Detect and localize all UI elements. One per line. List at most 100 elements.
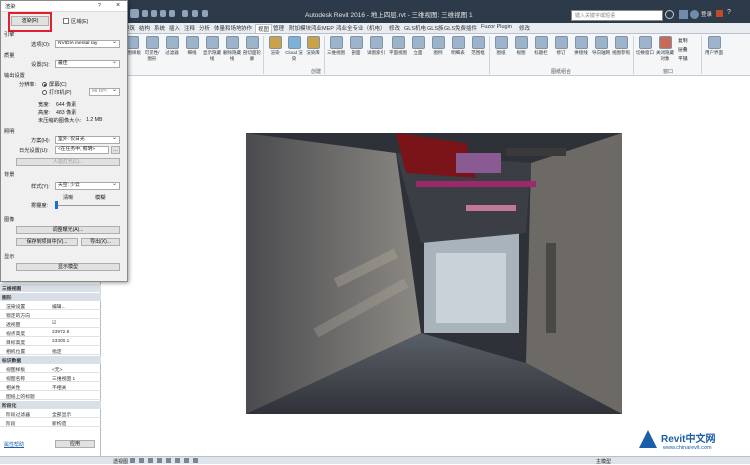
print-icon[interactable] (182, 10, 188, 17)
property-value[interactable]: 全部显示 (52, 411, 71, 418)
property-row[interactable]: 目标高度 23300.1 (0, 338, 101, 346)
tab-gls-mep[interactable]: GLS机电 (404, 24, 426, 32)
plan-views-button[interactable]: 平面视图 (389, 36, 407, 56)
render-gallery-button[interactable]: 渲染库 (304, 36, 322, 56)
property-value[interactable]: 指定 (52, 348, 62, 355)
property-row[interactable]: 阶段过滤器 全部显示 (0, 410, 101, 418)
tab-hongye-full[interactable]: 鸿业全专业（机电） (336, 24, 386, 32)
region-checkbox[interactable] (63, 18, 69, 24)
tile-button[interactable]: 平铺 (678, 55, 688, 62)
quality-select[interactable]: 最佳 (55, 59, 120, 68)
search-icon[interactable] (665, 10, 674, 19)
property-row[interactable]: 视点高度 23972.8 (0, 329, 101, 337)
filters-button[interactable]: 过滤器 (163, 36, 181, 56)
tab-hongye-mep[interactable]: 鸿业MEP (311, 24, 334, 32)
open-icon[interactable] (142, 10, 148, 17)
measure-icon[interactable] (192, 10, 198, 17)
3d-view-button[interactable]: 三维视图 (327, 36, 345, 56)
property-row[interactable]: 阶段 新构造 (0, 419, 101, 427)
haze-slider-track[interactable] (55, 205, 120, 206)
property-group-header[interactable]: 图形 (0, 293, 101, 301)
save-icon[interactable] (151, 10, 157, 17)
remove-hidden-lines-button[interactable]: 删除隐藏线 (223, 36, 241, 62)
tab-systems[interactable]: 系统 (154, 24, 165, 32)
property-value[interactable]: 三维视图 1 (52, 375, 75, 382)
property-value[interactable]: ☑ (52, 321, 56, 326)
sheet-button[interactable]: 图纸 (492, 36, 510, 56)
screen-radio[interactable] (42, 82, 47, 87)
guide-grid-button[interactable]: 导向轴网 (592, 36, 610, 56)
tab-manage[interactable]: 管理 (273, 24, 284, 32)
cut-profile-button[interactable]: 剖切面轮廓 (243, 36, 261, 62)
redo-icon[interactable] (169, 10, 175, 17)
app-menu-icon[interactable] (130, 9, 139, 18)
user-icon[interactable] (690, 10, 699, 19)
property-row[interactable]: 渲染设置 编辑... (0, 302, 101, 310)
tab-modify[interactable]: 修改 (389, 24, 400, 32)
user-interface-button[interactable]: 用户界面 (704, 36, 724, 56)
thin-lines-button[interactable]: 细线 (183, 36, 201, 56)
engine-select[interactable]: NVIDIA mental ray (55, 39, 120, 48)
scheme-select[interactable]: 室外: 仅日光 (55, 135, 120, 144)
printer-radio[interactable] (42, 90, 47, 95)
tab-gls-family[interactable]: GLS族 (427, 24, 444, 32)
tab-gls-free[interactable]: GLS免费插件 (444, 24, 477, 32)
property-row[interactable]: 视图样板 <无> (0, 365, 101, 373)
property-value[interactable]: 新构造 (52, 420, 66, 427)
property-value[interactable]: 编辑... (52, 303, 66, 310)
revisions-button[interactable]: 修订 (552, 36, 570, 56)
matchline-button[interactable]: 拼接线 (572, 36, 590, 56)
elevation-button[interactable]: 立面 (409, 36, 427, 56)
property-row[interactable]: 透视图 ☑ (0, 320, 101, 328)
tab-annotate[interactable]: 注释 (184, 24, 195, 32)
property-value[interactable]: 不相关 (52, 384, 66, 391)
property-group-header[interactable]: 阶段化 (0, 401, 101, 409)
close-hidden-button[interactable]: 关闭隐藏对象 (656, 36, 674, 62)
tab-addins[interactable]: 附加模块 (289, 24, 311, 32)
property-group-header[interactable]: 三维视图 (0, 284, 101, 292)
render-button[interactable]: 渲染 (266, 36, 284, 56)
haze-slider-thumb[interactable] (55, 201, 58, 209)
style-select[interactable]: 天空: 少云 (55, 181, 120, 190)
tab-fuzor[interactable]: Fuzor Plugin (481, 24, 512, 30)
view-button[interactable]: 视图 (512, 36, 530, 56)
apply-button[interactable]: 应用 (55, 440, 95, 448)
tab-collaborate[interactable]: 协作 (241, 24, 252, 32)
property-row[interactable]: 图纸上的标题 (0, 392, 101, 400)
property-row[interactable]: 相机位置 指定 (0, 347, 101, 355)
cloud-render-button[interactable]: Cloud 渲染 (285, 36, 303, 62)
cascade-button[interactable]: 层叠 (678, 46, 688, 53)
property-row[interactable]: 锁定的方向 (0, 311, 101, 319)
tab-analyze[interactable]: 分析 (199, 24, 210, 32)
save-to-project-button[interactable]: 保存到项目中(V)... (16, 238, 78, 246)
view-control-bar[interactable] (130, 458, 270, 463)
callout-button[interactable]: 详图索引 (367, 36, 385, 56)
view-reference-button[interactable]: 视图参照 (612, 36, 630, 56)
show-hidden-lines-button[interactable]: 显示隐藏线 (203, 36, 221, 62)
legends-button[interactable]: 图例 (429, 36, 447, 56)
tab-structure[interactable]: 结构 (139, 24, 150, 32)
properties-help-link[interactable]: 属性帮助 (4, 441, 24, 448)
property-group-header[interactable]: 标识数据 (0, 356, 101, 364)
help-button[interactable]: ? (98, 3, 101, 9)
switch-windows-button[interactable]: 切换窗口 (636, 36, 654, 56)
tab-massing[interactable]: 体量和场地 (214, 24, 242, 32)
replicate-button[interactable]: 复制 (678, 37, 688, 44)
subscription-icon[interactable] (679, 10, 688, 19)
search-input[interactable]: 键入关键字或短语 (571, 10, 663, 21)
sun-setting-browse-button[interactable]: … (111, 146, 120, 154)
title-block-button[interactable]: 标题栏 (532, 36, 550, 56)
section-button[interactable]: 剖面 (347, 36, 365, 56)
text-icon[interactable] (202, 10, 208, 17)
adjust-exposure-button[interactable]: 调整曝光(A)... (16, 226, 120, 234)
dpi-select[interactable]: 96 DPI (89, 87, 120, 96)
close-icon[interactable]: × (116, 2, 120, 9)
login-link[interactable]: 登录 (701, 10, 712, 18)
property-value[interactable]: 23972.8 (52, 330, 69, 335)
schedules-button[interactable]: 明细表 (449, 36, 467, 56)
property-row[interactable]: 相关性 不相关 (0, 383, 101, 391)
exchange-icon[interactable] (716, 10, 723, 17)
show-model-button[interactable]: 显示模型 (16, 263, 120, 271)
help-icon[interactable]: ? (727, 9, 731, 16)
artificial-lights-button[interactable]: 人造灯光(L)... (16, 158, 120, 166)
